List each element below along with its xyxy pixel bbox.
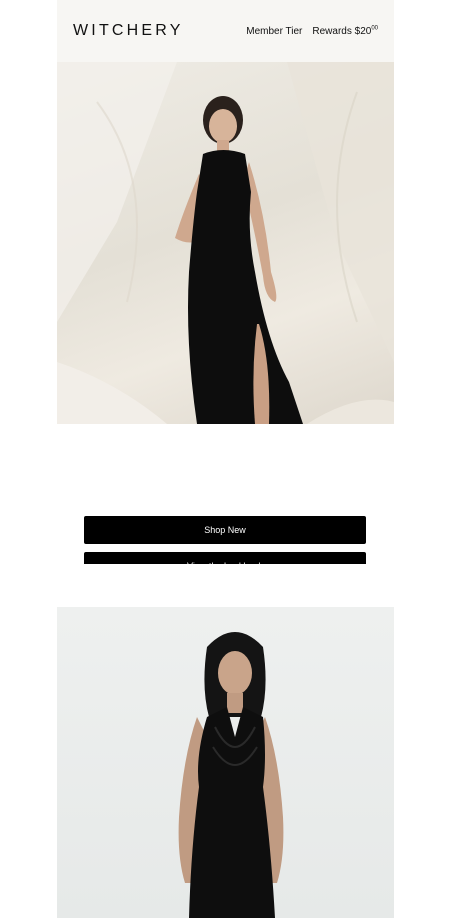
rewards-link[interactable]: Rewards $2000 — [312, 25, 378, 37]
header-links: Member Tier Rewards $2000 — [246, 25, 378, 37]
brand-logo[interactable]: WITCHERY — [73, 22, 184, 40]
hero-illustration-1 — [57, 62, 394, 424]
hero-illustration-2 — [178, 632, 284, 918]
email-page: WITCHERY Member Tier Rewards $2000 Shop … — [0, 0, 450, 918]
shop-new-button[interactable]: Shop New — [84, 516, 366, 544]
rewards-cents: 00 — [371, 25, 378, 32]
hero-image-cowl-halter-dress[interactable] — [57, 607, 394, 918]
hero-image-black-split-dress[interactable] — [57, 62, 394, 424]
lookbook-button[interactable]: View the Lookbook — [84, 552, 366, 564]
member-tier-link[interactable]: Member Tier — [246, 26, 302, 37]
rewards-label: Rewards $20 — [312, 25, 372, 37]
second-button-clip: View the Lookbook — [84, 552, 366, 564]
header: WITCHERY Member Tier Rewards $2000 — [57, 0, 394, 62]
